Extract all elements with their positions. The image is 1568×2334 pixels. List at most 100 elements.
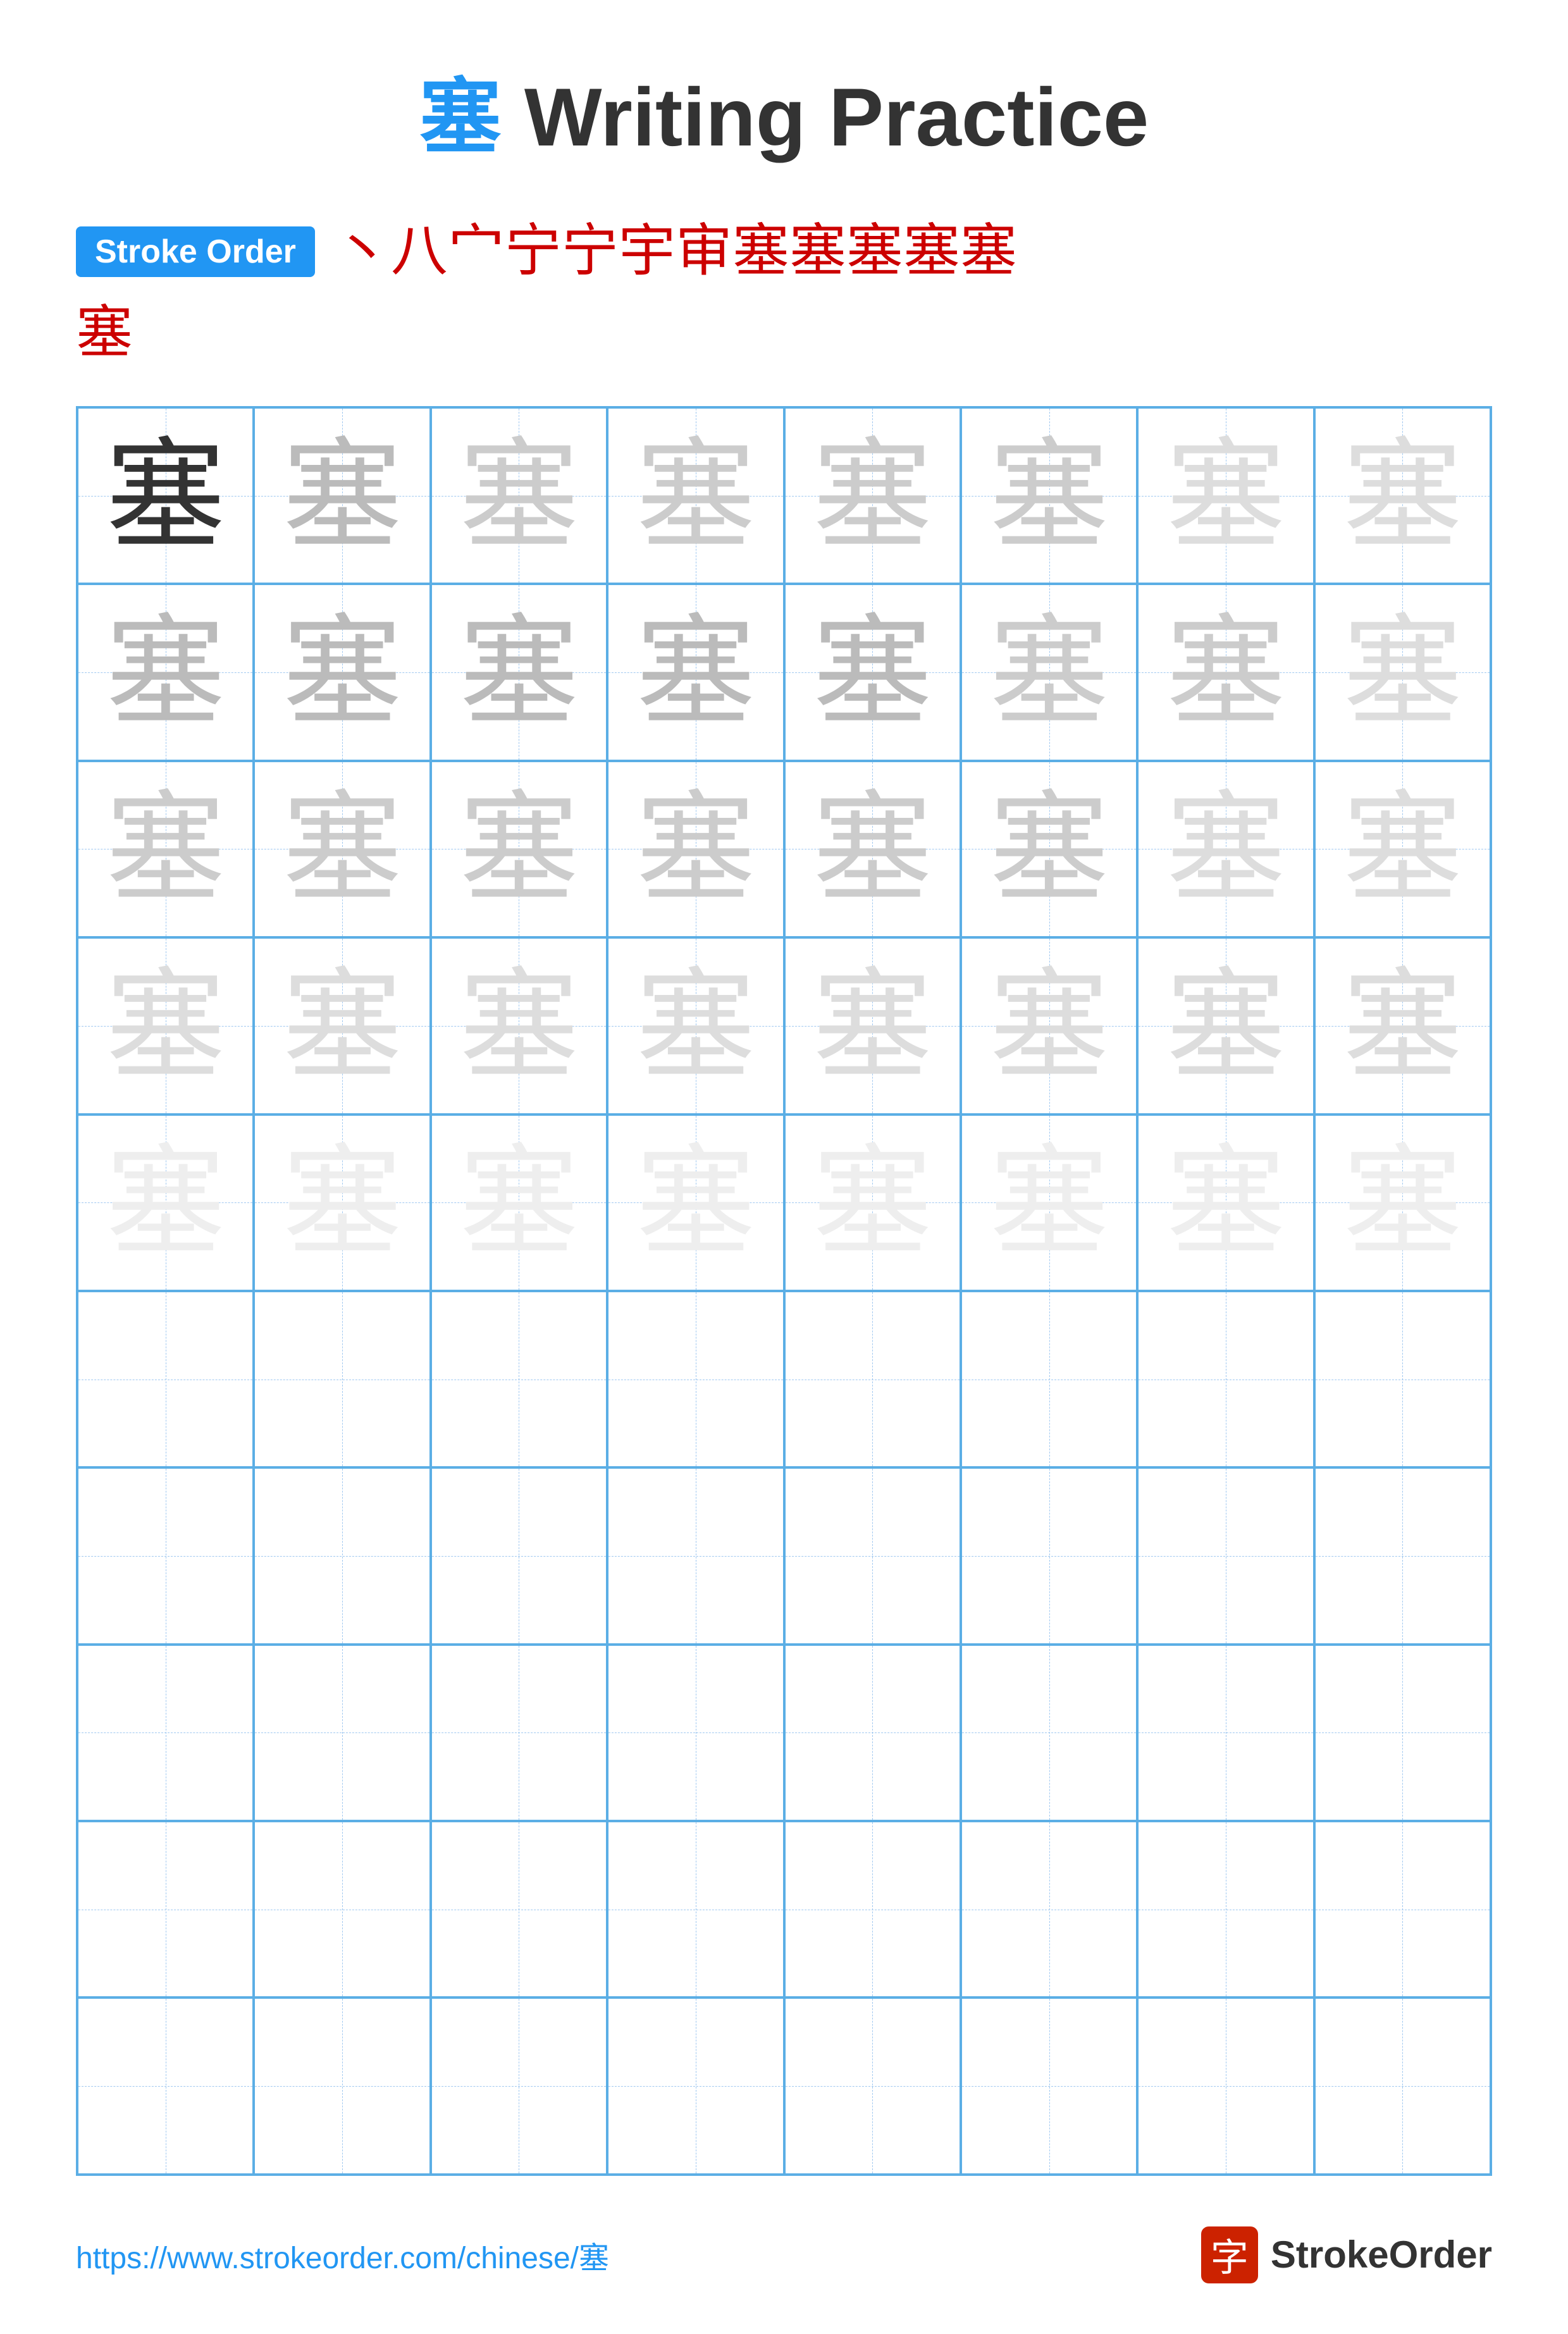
grid-cell[interactable]: 塞 — [1314, 407, 1491, 584]
grid-cell[interactable] — [784, 1821, 961, 1997]
grid-cell[interactable] — [77, 1467, 254, 1644]
grid-cell[interactable]: 塞 — [1137, 761, 1314, 937]
grid-cell[interactable]: 塞 — [254, 407, 430, 584]
grid-cell[interactable] — [784, 1291, 961, 1467]
grid-cell[interactable] — [1137, 1291, 1314, 1467]
grid-cell[interactable]: 塞 — [607, 1115, 784, 1291]
grid-cell[interactable] — [254, 1997, 430, 2174]
grid-cell[interactable] — [254, 1821, 430, 1997]
grid-cell[interactable] — [254, 1467, 430, 1644]
grid-cell[interactable]: 塞 — [961, 937, 1137, 1114]
grid-cell[interactable] — [254, 1291, 430, 1467]
grid-cell[interactable] — [1137, 1997, 1314, 2174]
grid-cell[interactable]: 塞 — [607, 937, 784, 1114]
grid-cell[interactable] — [961, 1291, 1137, 1467]
grid-cell[interactable]: 塞 — [784, 407, 961, 584]
grid-cell[interactable]: 塞 — [77, 407, 254, 584]
grid-cell[interactable]: 塞 — [961, 1115, 1137, 1291]
grid-cell[interactable]: 塞 — [1314, 937, 1491, 1114]
grid-cell[interactable] — [607, 1997, 784, 2174]
footer-logo-text: StrokeOrder — [1271, 2233, 1492, 2276]
grid-cell[interactable]: 塞 — [961, 761, 1137, 937]
grid-cell[interactable]: 塞 — [77, 937, 254, 1114]
practice-char: 塞 — [1342, 612, 1462, 732]
grid-cell[interactable] — [784, 1645, 961, 1821]
grid-cell[interactable]: 塞 — [254, 584, 430, 760]
grid-cell[interactable]: 塞 — [1137, 584, 1314, 760]
grid-cell[interactable] — [1137, 1467, 1314, 1644]
grid-cell[interactable]: 塞 — [1314, 761, 1491, 937]
grid-cell[interactable]: 塞 — [431, 937, 607, 1114]
grid-cell[interactable] — [607, 1467, 784, 1644]
grid-cell[interactable] — [607, 1821, 784, 1997]
grid-cell[interactable] — [1314, 1467, 1491, 1644]
grid-cell[interactable]: 塞 — [77, 1115, 254, 1291]
grid-cell[interactable] — [1314, 1821, 1491, 1997]
footer-url[interactable]: https://www.strokeorder.com/chinese/塞 — [76, 2233, 609, 2277]
grid-cell[interactable] — [77, 1291, 254, 1467]
grid-cell[interactable] — [961, 1467, 1137, 1644]
grid-cell[interactable] — [784, 1467, 961, 1644]
practice-char: 塞 — [106, 612, 226, 732]
grid-cell[interactable] — [607, 1645, 784, 1821]
grid-cell[interactable] — [431, 1997, 607, 2174]
grid-cell[interactable]: 塞 — [254, 937, 430, 1114]
stroke-step-11: 塞 — [903, 220, 960, 283]
grid-cell[interactable]: 塞 — [1137, 1115, 1314, 1291]
grid-cell[interactable] — [784, 1997, 961, 2174]
grid-cell[interactable] — [607, 1291, 784, 1467]
grid-cell[interactable]: 塞 — [607, 407, 784, 584]
grid-cell[interactable] — [961, 1997, 1137, 2174]
grid-cell[interactable]: 塞 — [961, 407, 1137, 584]
grid-cell[interactable] — [1314, 1645, 1491, 1821]
grid-cell[interactable] — [1314, 1291, 1491, 1467]
practice-char: 塞 — [636, 436, 756, 556]
grid-cell[interactable] — [1314, 1997, 1491, 2174]
grid-cell[interactable] — [1137, 1821, 1314, 1997]
grid-cell[interactable]: 塞 — [1137, 407, 1314, 584]
stroke-step-3: 宀 — [448, 220, 505, 283]
grid-cell[interactable] — [431, 1645, 607, 1821]
grid-cell[interactable] — [1137, 1645, 1314, 1821]
grid-cell[interactable]: 塞 — [254, 761, 430, 937]
grid-cell[interactable]: 塞 — [431, 407, 607, 584]
stroke-step-10: 塞 — [846, 220, 903, 283]
grid-cell[interactable]: 塞 — [784, 584, 961, 760]
grid-cell[interactable] — [254, 1645, 430, 1821]
practice-char: 塞 — [1342, 966, 1462, 1086]
grid-cell[interactable]: 塞 — [784, 761, 961, 937]
grid-cell[interactable]: 塞 — [607, 761, 784, 937]
grid-cell[interactable]: 塞 — [254, 1115, 430, 1291]
grid-cell[interactable]: 塞 — [607, 584, 784, 760]
grid-cell[interactable] — [961, 1645, 1137, 1821]
grid-cell[interactable] — [77, 1821, 254, 1997]
grid-cell[interactable] — [431, 1291, 607, 1467]
practice-char: 塞 — [459, 966, 579, 1086]
practice-char: 塞 — [1342, 789, 1462, 909]
grid-cell[interactable]: 塞 — [784, 937, 961, 1114]
grid-cell[interactable]: 塞 — [961, 584, 1137, 760]
practice-char: 塞 — [989, 966, 1109, 1086]
grid-cell[interactable]: 塞 — [431, 1115, 607, 1291]
grid-cell[interactable] — [431, 1467, 607, 1644]
practice-char: 塞 — [106, 966, 226, 1086]
grid-cell[interactable]: 塞 — [77, 761, 254, 937]
grid-cell[interactable] — [77, 1645, 254, 1821]
grid-cell[interactable] — [77, 1997, 254, 2174]
stroke-sequence: 丶 八 宀 宁 宁 宇 审 塞 塞 塞 塞 塞 — [334, 220, 1017, 283]
stroke-order-row: Stroke Order 丶 八 宀 宁 宁 宇 审 塞 塞 塞 塞 塞 — [76, 220, 1492, 283]
practice-char: 塞 — [636, 1142, 756, 1263]
practice-char: 塞 — [282, 789, 402, 909]
grid-cell[interactable]: 塞 — [1137, 937, 1314, 1114]
grid-cell[interactable]: 塞 — [784, 1115, 961, 1291]
grid-cell[interactable]: 塞 — [1314, 1115, 1491, 1291]
grid-cell[interactable]: 塞 — [77, 584, 254, 760]
grid-cell[interactable]: 塞 — [431, 584, 607, 760]
grid-cell[interactable]: 塞 — [1314, 584, 1491, 760]
grid-cell[interactable] — [431, 1821, 607, 1997]
stroke-step-1: 丶 — [334, 220, 391, 283]
grid-cell[interactable]: 塞 — [431, 761, 607, 937]
title-char: 塞 — [419, 71, 502, 163]
practice-char: 塞 — [636, 966, 756, 1086]
grid-cell[interactable] — [961, 1821, 1137, 1997]
